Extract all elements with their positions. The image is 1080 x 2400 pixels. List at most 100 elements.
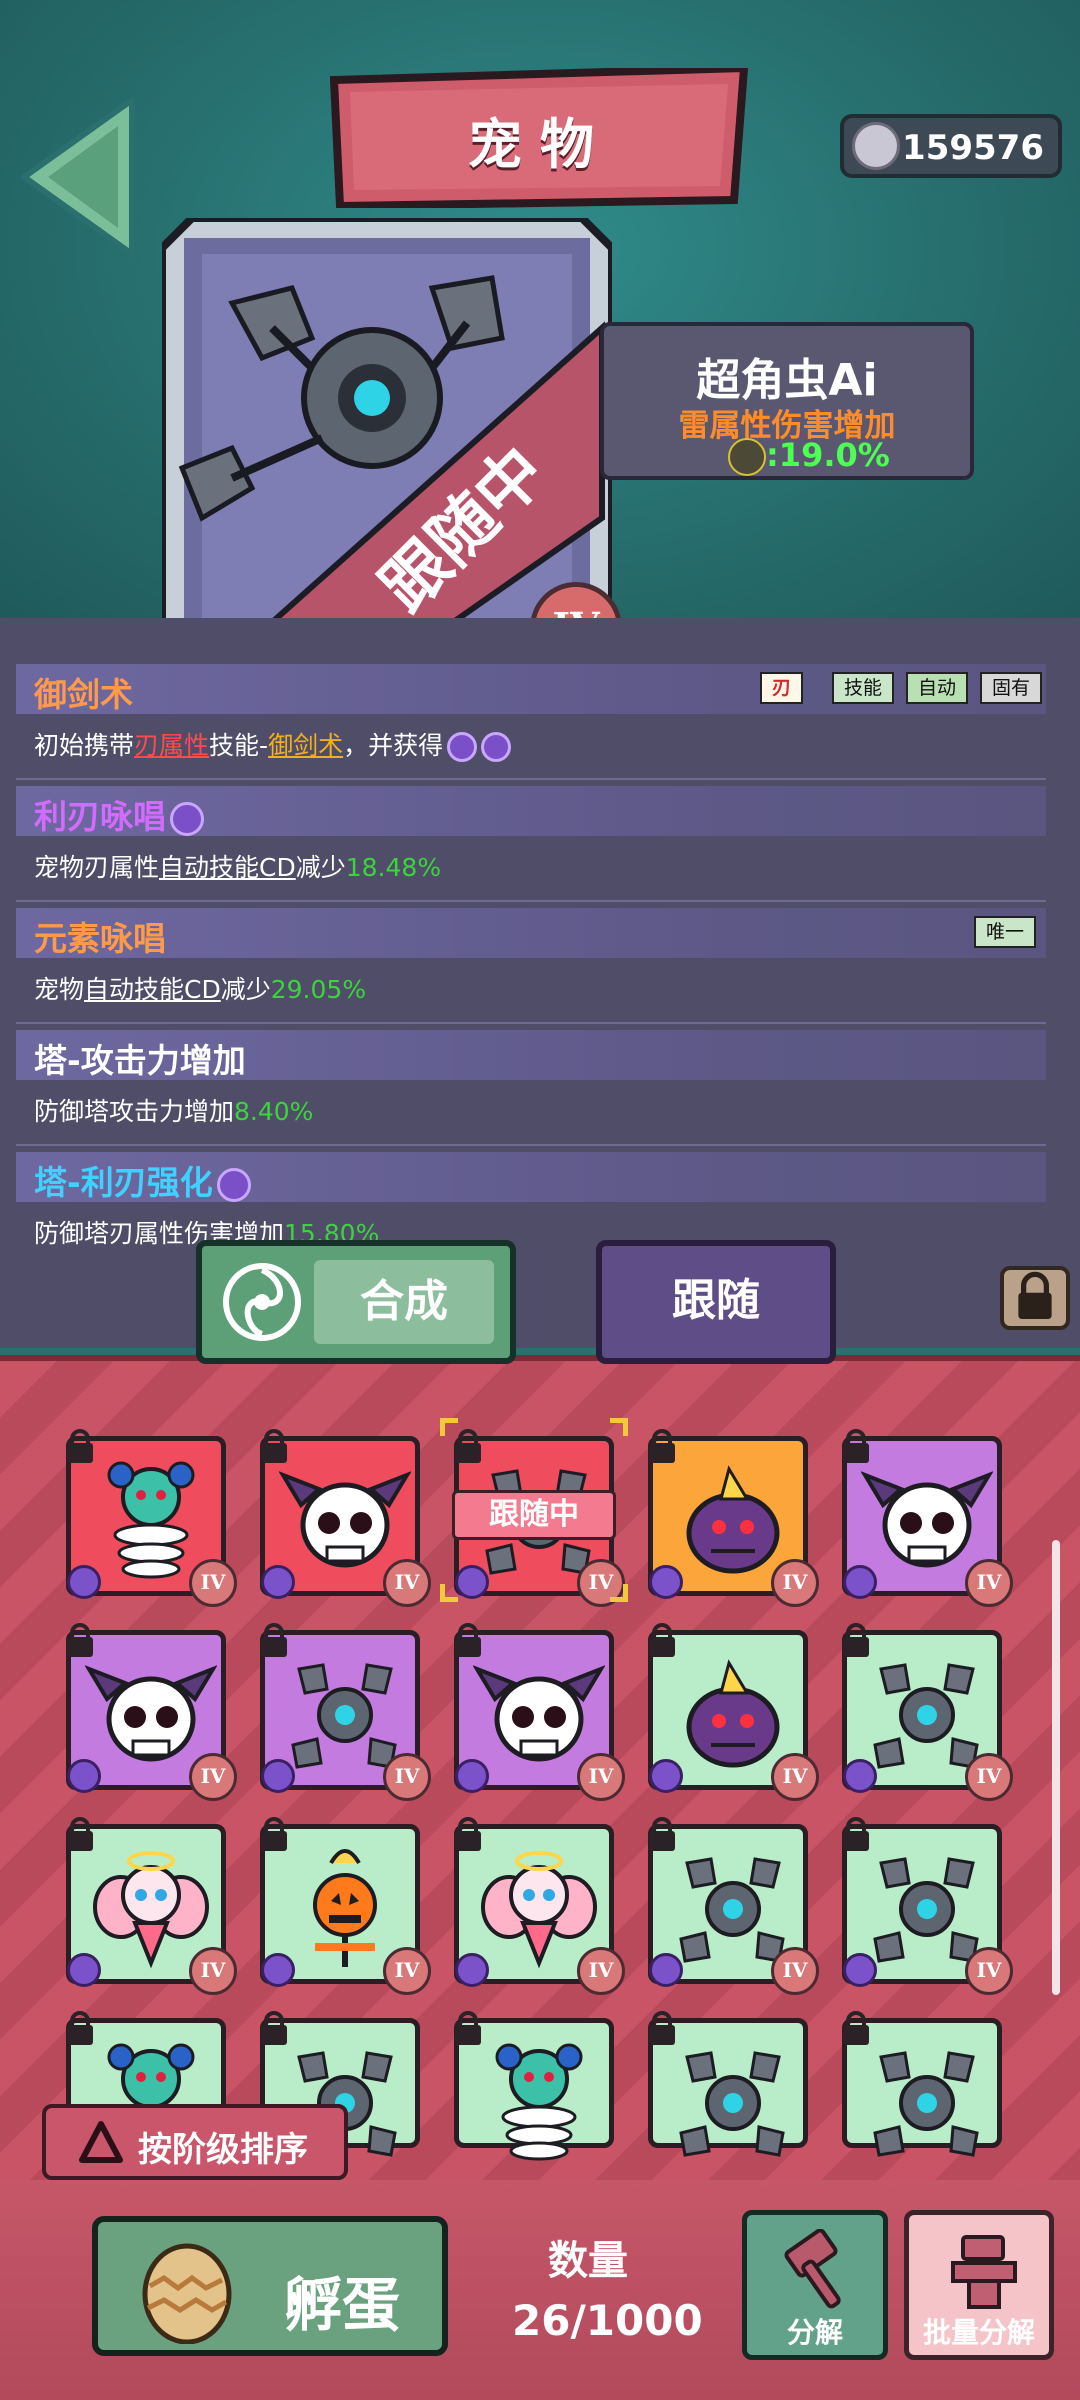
- skill-description: 防御塔攻击力增加8.40%: [34, 1097, 314, 1126]
- element-icon: [261, 1953, 295, 1987]
- pet-card[interactable]: [842, 2011, 1002, 2157]
- skill-row: 御剑术 刃 技能 自动 固有 初始携带刃属性技能-御剑术，并获得: [0, 664, 1080, 784]
- card-rank-badge: IV: [965, 1947, 1013, 1995]
- pet-art: [495, 2043, 583, 2161]
- pet-card[interactable]: IV: [842, 1623, 1013, 1801]
- lock-icon[interactable]: [1000, 1266, 1070, 1330]
- element-icon: [67, 1953, 101, 1987]
- rune-orb-icon: [447, 732, 478, 762]
- pet-art: [873, 2051, 979, 2157]
- back-arrow-icon[interactable]: [14, 92, 144, 262]
- pet-card[interactable]: IV: [66, 1817, 237, 1995]
- pet-info-panel: 超角虫Ai 雷属性伤害增加 :19.0%: [600, 322, 974, 480]
- pet-card[interactable]: IV: [842, 1429, 1013, 1607]
- pet-card[interactable]: IV: [66, 1429, 237, 1607]
- pet-art: [679, 2051, 785, 2157]
- element-icon: [649, 1565, 683, 1599]
- element-icon: [649, 1759, 683, 1793]
- quantity-value: 26/1000: [512, 2296, 703, 2345]
- element-icon: [455, 1759, 489, 1793]
- combine-button[interactable]: 合成: [196, 1240, 516, 1364]
- card-rank-badge: IV: [383, 1753, 431, 1801]
- card-rank-badge: IV: [577, 1753, 625, 1801]
- sort-by-rank-button[interactable]: 按阶级排序: [42, 2104, 348, 2180]
- decompose-label: 分解: [786, 2316, 843, 2349]
- card-rank-badge: IV: [965, 1559, 1013, 1607]
- tag-unique: 唯一: [974, 916, 1037, 948]
- skill-name: 塔-攻击力增加: [34, 1041, 246, 1080]
- hatch-egg-button[interactable]: 孵蛋: [92, 2216, 448, 2356]
- card-rank-badge: IV: [965, 1753, 1013, 1801]
- element-icon: [455, 1953, 489, 1987]
- scrollbar[interactable]: [1052, 1540, 1060, 1995]
- swirl-icon: [223, 1263, 301, 1341]
- anvil-icon: [951, 2235, 1017, 2309]
- pet-card[interactable]: IV: [454, 1817, 625, 1995]
- element-icon: [67, 1565, 101, 1599]
- card-rank-badge: IV: [383, 1947, 431, 1995]
- pet-card[interactable]: IV: [260, 1817, 431, 1995]
- pet-card[interactable]: IV: [260, 1623, 431, 1801]
- skill-row: 利刃咏唱 宠物刃属性自动技能CD减少18.48%: [0, 786, 1080, 906]
- skill-name: 塔-利刃强化: [34, 1156, 251, 1204]
- skill-row: 元素咏唱 唯一 宠物自动技能CD减少29.05%: [0, 908, 1080, 1028]
- pet-card[interactable]: IV: [842, 1817, 1013, 1995]
- element-icon: [261, 1565, 295, 1599]
- skill-description: 宠物自动技能CD减少29.05%: [34, 975, 367, 1004]
- selection-corner: [610, 1584, 628, 1602]
- gem-currency-icon: [852, 122, 900, 170]
- tag-skill: 技能: [832, 672, 895, 704]
- pet-card[interactable]: IV: [648, 1623, 819, 1801]
- skill-row: 塔-攻击力增加 防御塔攻击力增加8.40%: [0, 1030, 1080, 1150]
- selection-corner: [440, 1584, 458, 1602]
- following-tag: 跟随中: [452, 1490, 616, 1540]
- combine-label: 合成: [314, 1260, 494, 1344]
- element-icon: [261, 1759, 295, 1793]
- selection-corner: [440, 1418, 458, 1436]
- element-icon: [455, 1565, 489, 1599]
- pet-card[interactable]: IV: [66, 1623, 237, 1801]
- sort-label: 按阶级排序: [138, 2130, 308, 2170]
- skill-row: 塔-利刃强化 防御塔刃属性伤害增加15.80%: [0, 1152, 1080, 1272]
- skill-description: 初始携带刃属性技能-御剑术，并获得: [34, 726, 512, 762]
- skills-panel: 御剑术 刃 技能 自动 固有 初始携带刃属性技能-御剑术，并获得 利刃咏唱 宠物…: [0, 618, 1080, 1348]
- currency-display: 159576: [840, 114, 1062, 178]
- lightning-icon: [728, 438, 766, 476]
- batch-decompose-button[interactable]: 批量分解: [904, 2210, 1054, 2360]
- pet-card[interactable]: IV: [454, 1623, 625, 1801]
- element-icon: [67, 1759, 101, 1793]
- selection-corner: [610, 1418, 628, 1436]
- triangle-icon: [79, 2121, 123, 2163]
- card-rank-badge: IV: [771, 1753, 819, 1801]
- batch-decompose-label: 批量分解: [922, 2316, 1035, 2349]
- element-icon: [843, 1565, 877, 1599]
- pet-card[interactable]: [454, 2011, 614, 2161]
- egg-icon: [142, 2243, 232, 2344]
- skill-description: 宠物刃属性自动技能CD减少18.48%: [34, 853, 442, 882]
- decompose-button[interactable]: 分解: [742, 2210, 888, 2360]
- pet-bonus-value: :19.0%: [766, 436, 890, 474]
- follow-button[interactable]: 跟随: [596, 1240, 836, 1364]
- skill-name: 元素咏唱: [34, 919, 166, 958]
- skill-name: 御剑术: [34, 675, 133, 714]
- pet-card[interactable]: IV: [648, 1429, 819, 1607]
- card-rank-badge: IV: [189, 1559, 237, 1607]
- tag-innate: 固有: [980, 672, 1043, 704]
- hatch-label: 孵蛋: [284, 2271, 401, 2339]
- pet-card[interactable]: IV: [648, 1817, 819, 1995]
- card-rank-badge: IV: [771, 1559, 819, 1607]
- element-icon: [843, 1953, 877, 1987]
- page-title: 宠物: [468, 113, 612, 176]
- pet-card[interactable]: IV: [260, 1429, 431, 1607]
- quantity-label: 数量: [548, 2238, 628, 2284]
- element-icon: [843, 1759, 877, 1793]
- pet-name: 超角虫Ai: [696, 355, 878, 406]
- pet-portrait[interactable]: 跟随中: [162, 218, 612, 658]
- card-rank-badge: IV: [577, 1947, 625, 1995]
- tag-blade: 刃: [760, 672, 804, 704]
- rune-orb-icon: [170, 801, 204, 836]
- pet-card[interactable]: [648, 2011, 808, 2157]
- tag-auto: 自动: [906, 672, 969, 704]
- skill-name: 利刃咏唱: [34, 790, 204, 838]
- card-rank-badge: IV: [189, 1753, 237, 1801]
